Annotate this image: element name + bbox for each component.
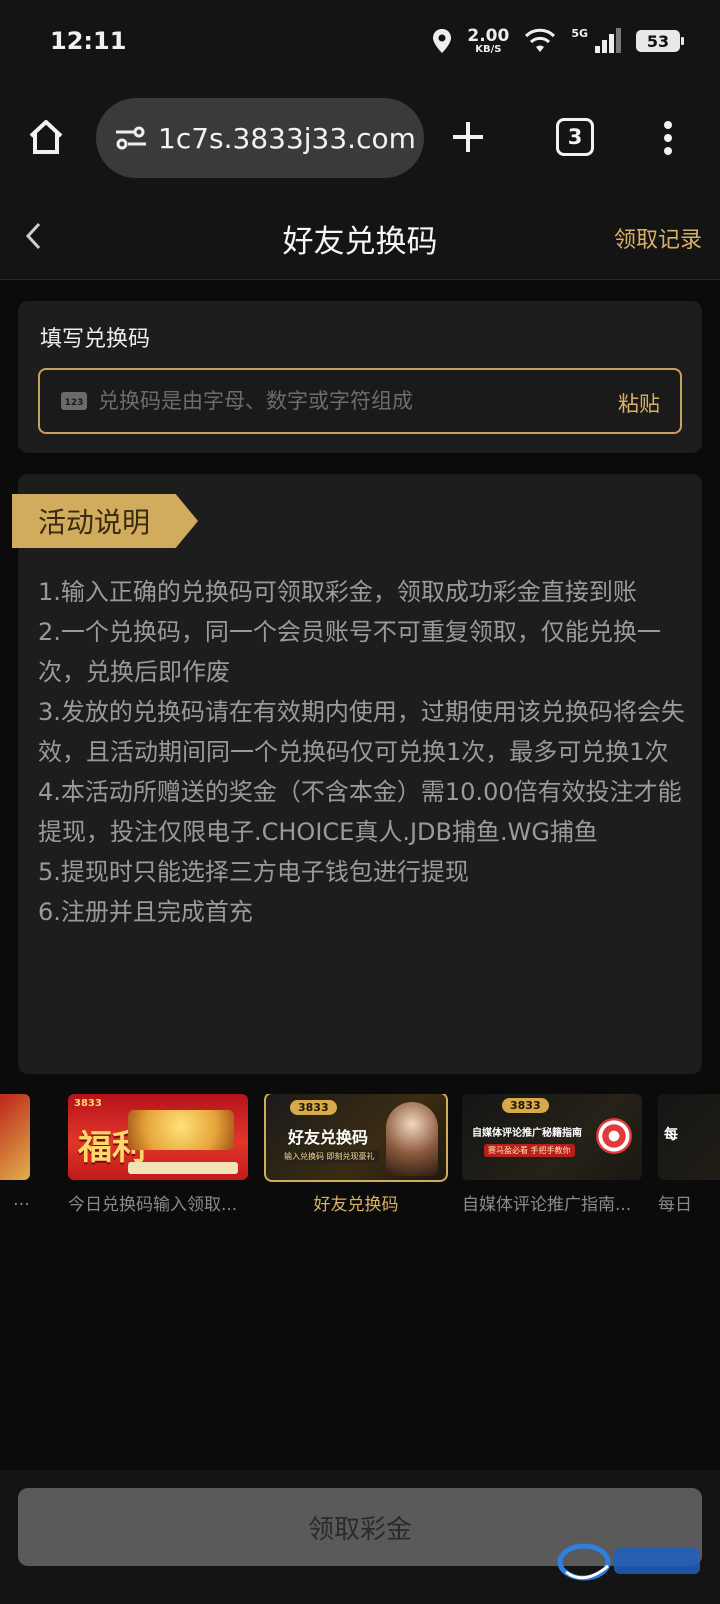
promo-thumb-partial[interactable]: … bbox=[0, 1094, 30, 1210]
status-time: 12:11 bbox=[50, 27, 127, 55]
more-menu-icon[interactable] bbox=[658, 118, 678, 158]
promo-banner-partial: 每 bbox=[664, 1127, 678, 1143]
promo-image: 3833 福利 bbox=[68, 1094, 248, 1180]
rule-item: 6.注册并且完成首充 bbox=[38, 898, 253, 926]
promo-thumb-friend-code[interactable]: 3833 好友兑换码 输入兑换码 即刻兑现豪礼 好友兑换码 bbox=[264, 1094, 448, 1215]
address-bar[interactable]: 1c7s.3833j33.com bbox=[96, 98, 424, 178]
redeem-code-field[interactable]: 123 粘贴 bbox=[38, 368, 682, 434]
url-text[interactable]: 1c7s.3833j33.com bbox=[158, 122, 416, 155]
promo-banner-text: 好友兑换码 bbox=[288, 1128, 369, 1147]
rule-item: 3.发放的兑换码请在有效期内使用，过期使用该兑换码将会失效，且活动期间同一个兑换… bbox=[38, 698, 685, 766]
page-title: 好友兑换码 bbox=[282, 224, 438, 260]
promo-caption-partial: … bbox=[13, 1190, 30, 1210]
promo-brand: 3833 bbox=[502, 1098, 549, 1113]
promo-caption: 自媒体评论推广指南... bbox=[462, 1195, 632, 1215]
activity-description-card: 活动说明 1.输入正确的兑换码可领取彩金，领取成功彩金直接到账 2.一个兑换码，… bbox=[12, 474, 702, 1074]
promo-image bbox=[0, 1094, 30, 1180]
promo-caption: 每日 bbox=[658, 1195, 692, 1215]
promo-art bbox=[128, 1110, 234, 1150]
paste-button[interactable]: 粘贴 bbox=[618, 388, 660, 418]
tab-switcher-button[interactable]: 3 bbox=[556, 118, 594, 156]
rule-item: 2.一个兑换码，同一个会员账号不可重复领取，仅能兑换一次，兑换后即作废 bbox=[38, 618, 661, 686]
wifi-icon bbox=[525, 28, 556, 52]
status-icons: 2.00 KB/S 5G 53 bbox=[431, 25, 684, 55]
promo-carousel[interactable]: … 3833 福利 今日兑换码输入领取... 3833 好友兑换码 输入兑换码 … bbox=[0, 1094, 720, 1224]
promo-thumb-media-guide[interactable]: 3833 自媒体评论推广秘籍指南 赛马盈必看 手把手教你 自媒体评论推广指南..… bbox=[462, 1094, 642, 1215]
rules-list: 1.输入正确的兑换码可领取彩金，领取成功彩金直接到账 2.一个兑换码，同一个会员… bbox=[38, 572, 698, 932]
page-header: 好友兑换码 领取记录 bbox=[0, 192, 720, 280]
speed-value: 2.00 bbox=[467, 25, 510, 46]
watermark-logo bbox=[557, 1543, 700, 1581]
redeem-code-card: 填写兑换码 123 粘贴 bbox=[18, 301, 702, 453]
browser-toolbar: 1c7s.3833j33.com 3 bbox=[0, 82, 720, 192]
keyboard-123-icon: 123 bbox=[60, 390, 88, 412]
promo-thumb-daily-code[interactable]: 3833 福利 今日兑换码输入领取... bbox=[68, 1094, 248, 1215]
battery-icon: 53 bbox=[636, 30, 684, 52]
promo-caption: 今日兑换码输入领取... bbox=[68, 1195, 238, 1215]
site-settings-icon[interactable] bbox=[114, 123, 148, 153]
claim-record-link[interactable]: 领取记录 bbox=[614, 222, 702, 254]
promo-art bbox=[386, 1102, 438, 1176]
promo-thumb-daily[interactable]: 每 每日 bbox=[658, 1094, 720, 1215]
rule-item: 5.提现时只能选择三方电子钱包进行提现 bbox=[38, 858, 469, 886]
rule-item: 1.输入正确的兑换码可领取彩金，领取成功彩金直接到账 bbox=[38, 578, 637, 606]
promo-brand: 3833 bbox=[74, 1098, 102, 1109]
promo-image: 3833 自媒体评论推广秘籍指南 赛马盈必看 手把手教你 bbox=[462, 1094, 642, 1180]
signal-icon bbox=[595, 28, 621, 53]
rule-item: 4.本活动所赠送的奖金（不含本金）需10.00倍有效投注才能提现，投注仅限电子.… bbox=[38, 778, 682, 846]
promo-image: 3833 好友兑换码 输入兑换码 即刻兑现豪礼 bbox=[264, 1094, 448, 1182]
battery-level: 53 bbox=[646, 31, 670, 51]
svg-text:123: 123 bbox=[65, 398, 84, 408]
promo-subbar bbox=[128, 1162, 238, 1174]
promo-subtext: 赛马盈必看 手把手教你 bbox=[484, 1144, 575, 1157]
speed-unit: KB/S bbox=[475, 43, 502, 55]
home-icon[interactable] bbox=[26, 117, 66, 157]
redeem-code-input[interactable] bbox=[98, 382, 598, 420]
redeem-code-label: 填写兑换码 bbox=[40, 327, 151, 352]
promo-banner-text: 自媒体评论推广秘籍指南 bbox=[472, 1128, 582, 1139]
promo-subtext: 输入兑换码 即刻兑现豪礼 bbox=[280, 1150, 379, 1163]
status-bar: 12:11 2.00 KB/S 5G 53 bbox=[0, 0, 720, 82]
location-icon bbox=[433, 29, 452, 53]
promo-image: 每 bbox=[658, 1094, 720, 1180]
activity-ribbon: 活动说明 bbox=[12, 494, 198, 548]
target-icon bbox=[596, 1118, 632, 1154]
new-tab-icon[interactable] bbox=[446, 115, 490, 159]
tab-count: 3 bbox=[567, 125, 583, 149]
network-speed: 2.00 KB/S bbox=[467, 25, 510, 55]
network-type: 5G bbox=[571, 26, 588, 40]
promo-brand: 3833 bbox=[290, 1100, 337, 1115]
promo-caption: 好友兑换码 bbox=[313, 1195, 399, 1215]
